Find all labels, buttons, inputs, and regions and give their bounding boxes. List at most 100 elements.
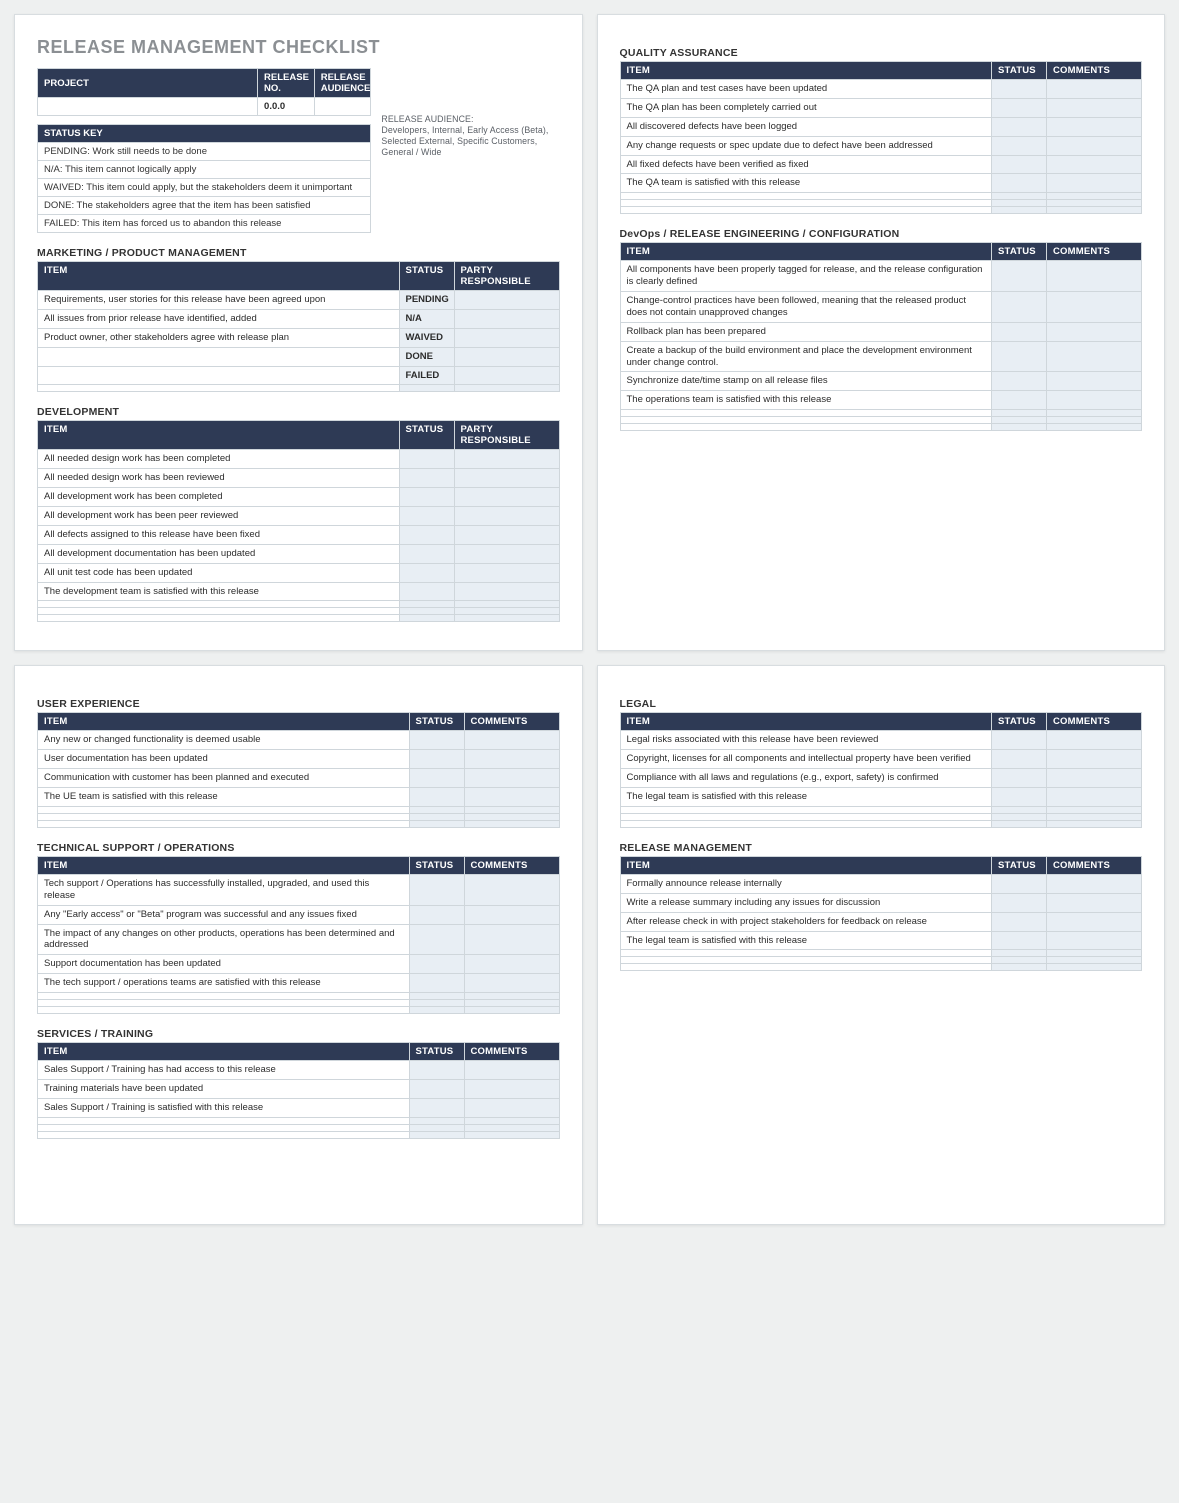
cell-status[interactable] — [992, 341, 1047, 372]
cell-status[interactable] — [992, 731, 1047, 750]
cell-status[interactable] — [992, 417, 1047, 424]
cell-comments[interactable] — [1047, 155, 1142, 174]
cell-status[interactable] — [399, 385, 454, 392]
cell-party[interactable] — [454, 385, 559, 392]
cell-status[interactable] — [992, 322, 1047, 341]
cell-status[interactable] — [409, 924, 464, 955]
cell-item[interactable]: Any new or changed functionality is deem… — [38, 731, 410, 750]
cell-item[interactable]: The legal team is satisfied with this re… — [620, 931, 992, 950]
cell-item[interactable]: Any "Early access" or "Beta" program was… — [38, 905, 410, 924]
cell-comments[interactable] — [1047, 912, 1142, 931]
cell-party[interactable] — [454, 507, 559, 526]
cell-item[interactable] — [38, 813, 410, 820]
cell-item[interactable] — [38, 601, 400, 608]
cell-item[interactable] — [620, 207, 992, 214]
cell-item[interactable]: The legal team is satisfied with this re… — [620, 788, 992, 807]
cell-status[interactable] — [992, 750, 1047, 769]
cell-status[interactable] — [409, 820, 464, 827]
cell-status[interactable] — [409, 813, 464, 820]
cell-item[interactable] — [620, 813, 992, 820]
cell-comments[interactable] — [464, 731, 559, 750]
cell-comments[interactable] — [1047, 874, 1142, 893]
cell-comments[interactable] — [464, 788, 559, 807]
cell-comments[interactable] — [464, 974, 559, 993]
cell-party[interactable] — [454, 328, 559, 347]
cell-comments[interactable] — [1047, 893, 1142, 912]
cell-status[interactable] — [992, 769, 1047, 788]
cell-status[interactable] — [409, 788, 464, 807]
cell-item[interactable]: Support documentation has been updated — [38, 955, 410, 974]
cell-status[interactable] — [409, 1000, 464, 1007]
cell-party[interactable] — [454, 615, 559, 622]
cell-comments[interactable] — [1047, 322, 1142, 341]
cell-item[interactable] — [38, 347, 400, 366]
cell-item[interactable] — [620, 200, 992, 207]
cell-party[interactable] — [454, 309, 559, 328]
cell-comments[interactable] — [1047, 136, 1142, 155]
cell-item[interactable]: The impact of any changes on other produ… — [38, 924, 410, 955]
cell-item[interactable]: Create a backup of the build environment… — [620, 341, 992, 372]
cell-comments[interactable] — [464, 1131, 559, 1138]
cell-item[interactable] — [620, 424, 992, 431]
cell-item[interactable] — [620, 820, 992, 827]
cell-item[interactable]: All issues from prior release have ident… — [38, 309, 400, 328]
cell-item[interactable] — [620, 410, 992, 417]
cell-status[interactable] — [409, 955, 464, 974]
cell-item[interactable]: Synchronize date/time stamp on all relea… — [620, 372, 992, 391]
cell-status[interactable] — [992, 806, 1047, 813]
cell-item[interactable] — [38, 1131, 410, 1138]
cell-party[interactable] — [454, 291, 559, 310]
cell-status[interactable] — [399, 507, 454, 526]
cell-comments[interactable] — [464, 905, 559, 924]
cell-party[interactable] — [454, 488, 559, 507]
cell-status[interactable] — [409, 874, 464, 905]
cell-item[interactable]: All defects assigned to this release hav… — [38, 525, 400, 544]
cell-comments[interactable] — [1047, 80, 1142, 99]
cell-comments[interactable] — [1047, 964, 1142, 971]
cell-status[interactable] — [399, 615, 454, 622]
cell-status[interactable] — [409, 1098, 464, 1117]
cell-item[interactable]: Sales Support / Training is satisfied wi… — [38, 1098, 410, 1117]
cell-status[interactable] — [409, 769, 464, 788]
cell-status[interactable] — [399, 450, 454, 469]
cell-comments[interactable] — [1047, 174, 1142, 193]
cell-comments[interactable] — [464, 806, 559, 813]
cell-status[interactable]: DONE — [399, 347, 454, 366]
cell-status[interactable] — [992, 957, 1047, 964]
cell-comments[interactable] — [1047, 950, 1142, 957]
cell-status[interactable] — [992, 155, 1047, 174]
cell-comments[interactable] — [464, 993, 559, 1000]
cell-status[interactable] — [992, 788, 1047, 807]
cell-item[interactable]: Training materials have been updated — [38, 1079, 410, 1098]
cell-item[interactable]: Compliance with all laws and regulations… — [620, 769, 992, 788]
cell-item[interactable] — [38, 1117, 410, 1124]
cell-comments[interactable] — [464, 813, 559, 820]
cell-item[interactable] — [38, 366, 400, 385]
cell-item[interactable]: After release check in with project stak… — [620, 912, 992, 931]
cell-item[interactable]: Copyright, licenses for all components a… — [620, 750, 992, 769]
cell-status[interactable] — [992, 261, 1047, 292]
release-no-value[interactable]: 0.0.0 — [258, 98, 315, 116]
cell-comments[interactable] — [1047, 788, 1142, 807]
cell-comments[interactable] — [1047, 292, 1142, 323]
cell-party[interactable] — [454, 450, 559, 469]
cell-item[interactable]: The operations team is satisfied with th… — [620, 391, 992, 410]
cell-item[interactable]: All components have been properly tagged… — [620, 261, 992, 292]
cell-item[interactable]: All development documentation has been u… — [38, 544, 400, 563]
cell-status[interactable] — [992, 893, 1047, 912]
cell-status[interactable] — [992, 950, 1047, 957]
cell-comments[interactable] — [1047, 98, 1142, 117]
cell-item[interactable]: All discovered defects have been logged — [620, 117, 992, 136]
cell-item[interactable]: Sales Support / Training has had access … — [38, 1061, 410, 1080]
cell-item[interactable]: All needed design work has been reviewed — [38, 469, 400, 488]
cell-status[interactable] — [399, 608, 454, 615]
cell-comments[interactable] — [1047, 261, 1142, 292]
cell-status[interactable] — [992, 424, 1047, 431]
cell-status[interactable] — [992, 964, 1047, 971]
cell-item[interactable]: The QA plan and test cases have been upd… — [620, 80, 992, 99]
cell-status[interactable] — [992, 410, 1047, 417]
cell-party[interactable] — [454, 544, 559, 563]
cell-comments[interactable] — [1047, 750, 1142, 769]
cell-status[interactable] — [409, 750, 464, 769]
cell-status[interactable] — [992, 136, 1047, 155]
